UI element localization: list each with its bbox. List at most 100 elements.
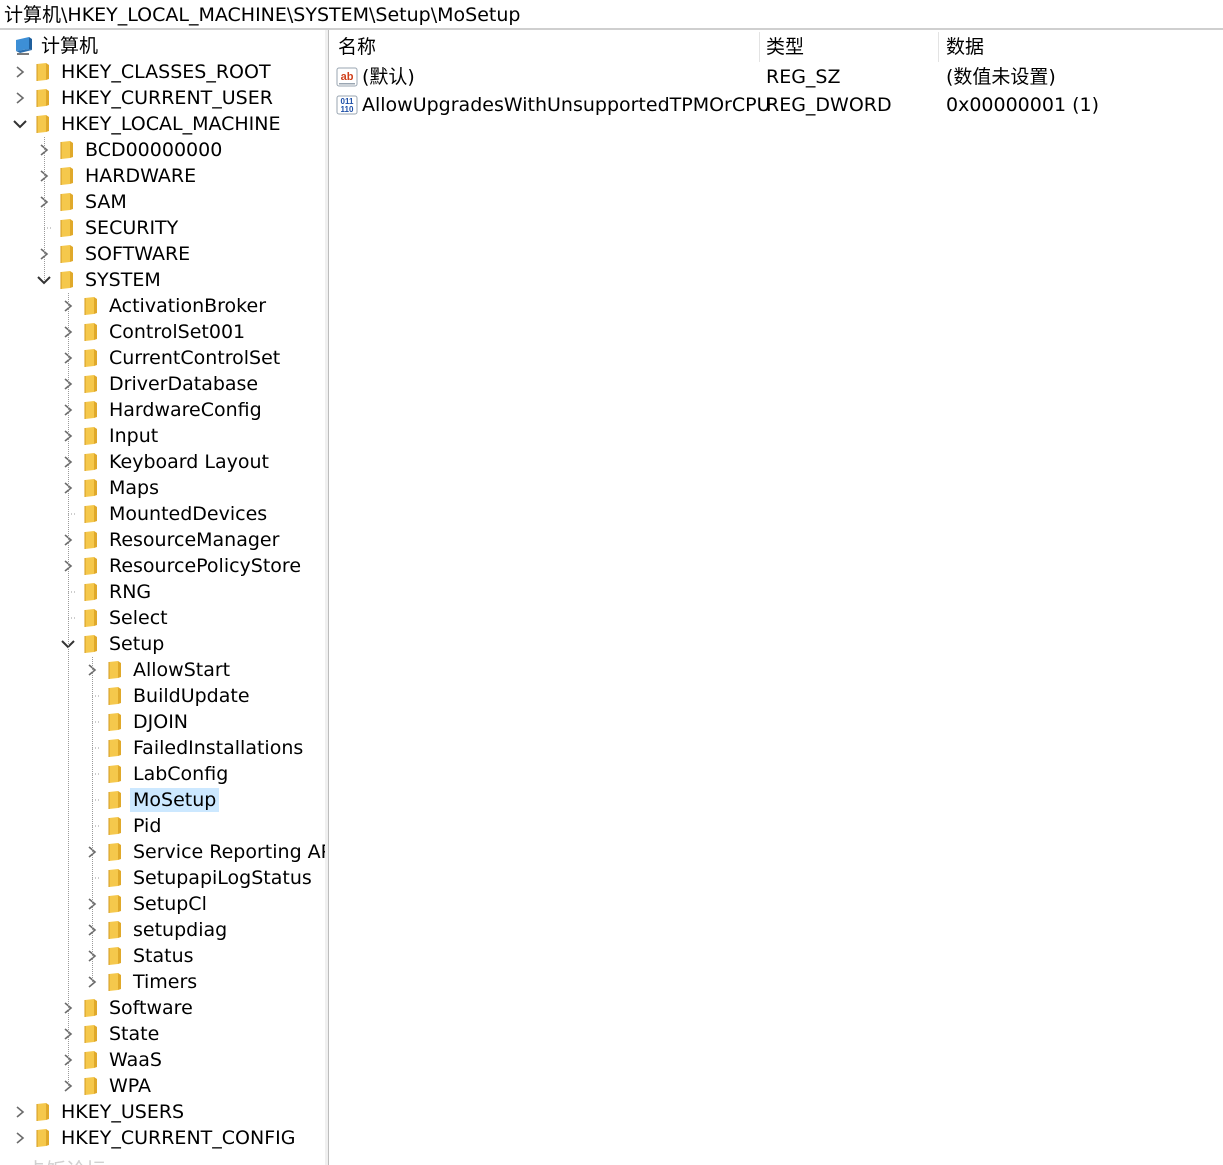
tree-item-label: CurrentControlSet bbox=[109, 347, 281, 369]
tree-item[interactable]: Select bbox=[60, 605, 171, 631]
tree-item[interactable]: setupdiag bbox=[84, 917, 230, 943]
tree-item[interactable]: ActivationBroker bbox=[60, 293, 269, 319]
tree-item[interactable]: DJOIN bbox=[84, 709, 191, 735]
address-path[interactable]: 计算机\HKEY_LOCAL_MACHINE\SYSTEM\Setup\MoSe… bbox=[4, 3, 520, 27]
tree-item-label: Pid bbox=[133, 815, 162, 837]
tree-item[interactable]: ControlSet001 bbox=[60, 319, 248, 345]
tree-item-label: ControlSet001 bbox=[109, 321, 246, 343]
folder-icon bbox=[82, 504, 100, 524]
chevron-right-icon[interactable] bbox=[12, 85, 28, 111]
string-value-icon: ab bbox=[336, 66, 358, 88]
column-header-data[interactable]: 数据 bbox=[946, 35, 984, 59]
value-row[interactable]: 011 110 AllowUpgradesWithUnsupportedTPMO… bbox=[330, 91, 1223, 119]
tree-item[interactable]: ResourceManager bbox=[60, 527, 282, 553]
folder-icon bbox=[82, 1024, 100, 1044]
tree-item[interactable]: State bbox=[60, 1021, 162, 1047]
folder-icon bbox=[34, 1102, 52, 1122]
tree-item-label: HKEY_CLASSES_ROOT bbox=[61, 61, 271, 83]
tree-item-label: HKEY_CURRENT_USER bbox=[61, 87, 273, 109]
tree-item-label: WaaS bbox=[109, 1049, 162, 1071]
tree-item[interactable]: HKEY_CURRENT_CONFIG bbox=[12, 1125, 298, 1151]
tree-item[interactable]: HARDWARE bbox=[36, 163, 199, 189]
tree-item-label: HardwareConfig bbox=[109, 399, 262, 421]
tree-item-label: HKEY_CURRENT_CONFIG bbox=[61, 1127, 296, 1149]
tree-item[interactable]: MountedDevices bbox=[60, 501, 270, 527]
tree-item[interactable]: Timers bbox=[84, 969, 200, 995]
tree-item[interactable]: HKEY_USERS bbox=[12, 1099, 187, 1125]
folder-icon bbox=[82, 608, 100, 628]
tree-root[interactable]: 计算机 bbox=[14, 33, 101, 59]
chevron-down-icon[interactable] bbox=[12, 111, 28, 137]
value-row[interactable]: ab (默认) REG_SZ (数值未设置) bbox=[330, 63, 1223, 91]
chevron-right-icon[interactable] bbox=[12, 1099, 28, 1125]
folder-icon bbox=[34, 62, 52, 82]
tree-item[interactable]: MoSetup bbox=[84, 787, 220, 813]
tree-item[interactable]: SetupapiLogStatus bbox=[84, 865, 315, 891]
tree-item[interactable]: SECURITY bbox=[36, 215, 181, 241]
tree-item[interactable]: DriverDatabase bbox=[60, 371, 261, 397]
column-separator[interactable] bbox=[938, 32, 939, 62]
folder-icon bbox=[106, 764, 124, 784]
tree-item[interactable]: WPA bbox=[60, 1073, 154, 1099]
tree-item[interactable]: HKEY_LOCAL_MACHINE bbox=[12, 111, 284, 137]
tree-item[interactable]: WaaS bbox=[60, 1047, 165, 1073]
folder-icon bbox=[58, 166, 76, 186]
tree-item[interactable]: HardwareConfig bbox=[60, 397, 265, 423]
tree-item-label: Service Reporting API bbox=[133, 841, 326, 863]
pane-splitter[interactable] bbox=[325, 30, 329, 1165]
folder-icon bbox=[106, 894, 124, 914]
folder-icon bbox=[82, 634, 100, 654]
folder-icon bbox=[106, 790, 124, 810]
folder-icon bbox=[82, 452, 100, 472]
tree-item[interactable]: Setup bbox=[60, 631, 167, 657]
tree-item[interactable]: SOFTWARE bbox=[36, 241, 193, 267]
tree-item[interactable]: Status bbox=[84, 943, 197, 969]
folder-icon bbox=[106, 868, 124, 888]
tree-item[interactable]: Service Reporting API bbox=[84, 839, 326, 865]
tree-item[interactable]: ResourcePolicyStore bbox=[60, 553, 304, 579]
folder-icon bbox=[106, 972, 124, 992]
values-list[interactable]: 名称 类型 数据 ab (默认) REG_SZ (数值未设置) 011 110 … bbox=[330, 30, 1223, 1165]
tree-item[interactable]: CurrentControlSet bbox=[60, 345, 283, 371]
folder-icon bbox=[58, 140, 76, 160]
tree-item[interactable]: HKEY_CURRENT_USER bbox=[12, 85, 276, 111]
svg-text:ab: ab bbox=[341, 71, 354, 83]
tree-item[interactable]: HKEY_CLASSES_ROOT bbox=[12, 59, 274, 85]
tree-item[interactable]: Keyboard Layout bbox=[60, 449, 272, 475]
tree-item[interactable]: Input bbox=[60, 423, 161, 449]
value-type: REG_DWORD bbox=[766, 94, 892, 116]
column-header-name[interactable]: 名称 bbox=[338, 35, 376, 59]
tree-item-label: setupdiag bbox=[133, 919, 228, 941]
tree-item[interactable]: BuildUpdate bbox=[84, 683, 253, 709]
tree-guide-line bbox=[68, 293, 69, 1086]
tree-item-label: BCD00000000 bbox=[85, 139, 223, 161]
tree-item-label: AllowStart bbox=[133, 659, 231, 681]
tree-item[interactable]: RNG bbox=[60, 579, 154, 605]
tree-item[interactable]: Maps bbox=[60, 475, 162, 501]
column-separator[interactable] bbox=[759, 32, 760, 62]
folder-icon bbox=[58, 270, 76, 290]
chevron-right-icon[interactable] bbox=[12, 59, 28, 85]
tree-item[interactable]: LabConfig bbox=[84, 761, 231, 787]
tree-item[interactable]: AllowStart bbox=[84, 657, 233, 683]
tree-item[interactable]: FailedInstallations bbox=[84, 735, 306, 761]
folder-icon bbox=[82, 374, 100, 394]
tree-item[interactable]: SAM bbox=[36, 189, 130, 215]
column-header-type[interactable]: 类型 bbox=[766, 35, 804, 59]
tree-item[interactable]: SetupCl bbox=[84, 891, 210, 917]
tree-item[interactable]: Pid bbox=[84, 813, 164, 839]
folder-icon bbox=[106, 816, 124, 836]
tree-item-label: DriverDatabase bbox=[109, 373, 259, 395]
tree-item[interactable]: SYSTEM bbox=[36, 267, 164, 293]
address-bar[interactable]: 计算机\HKEY_LOCAL_MACHINE\SYSTEM\Setup\MoSe… bbox=[0, 0, 1223, 30]
tree-item-label: Keyboard Layout bbox=[109, 451, 269, 473]
tree-item[interactable]: BCD00000000 bbox=[36, 137, 225, 163]
folder-icon bbox=[106, 686, 124, 706]
tree-item-label: SOFTWARE bbox=[85, 243, 191, 265]
registry-tree[interactable]: 计算机 HKEY_CLASSES_ROOT HKEY_CURRENT_USER HK… bbox=[0, 30, 326, 1165]
folder-icon bbox=[82, 998, 100, 1018]
folder-icon bbox=[82, 426, 100, 446]
tree-item[interactable]: Software bbox=[60, 995, 196, 1021]
watermark: 卡饭论坛 bbox=[26, 1154, 106, 1165]
chevron-right-icon[interactable] bbox=[12, 1125, 28, 1151]
